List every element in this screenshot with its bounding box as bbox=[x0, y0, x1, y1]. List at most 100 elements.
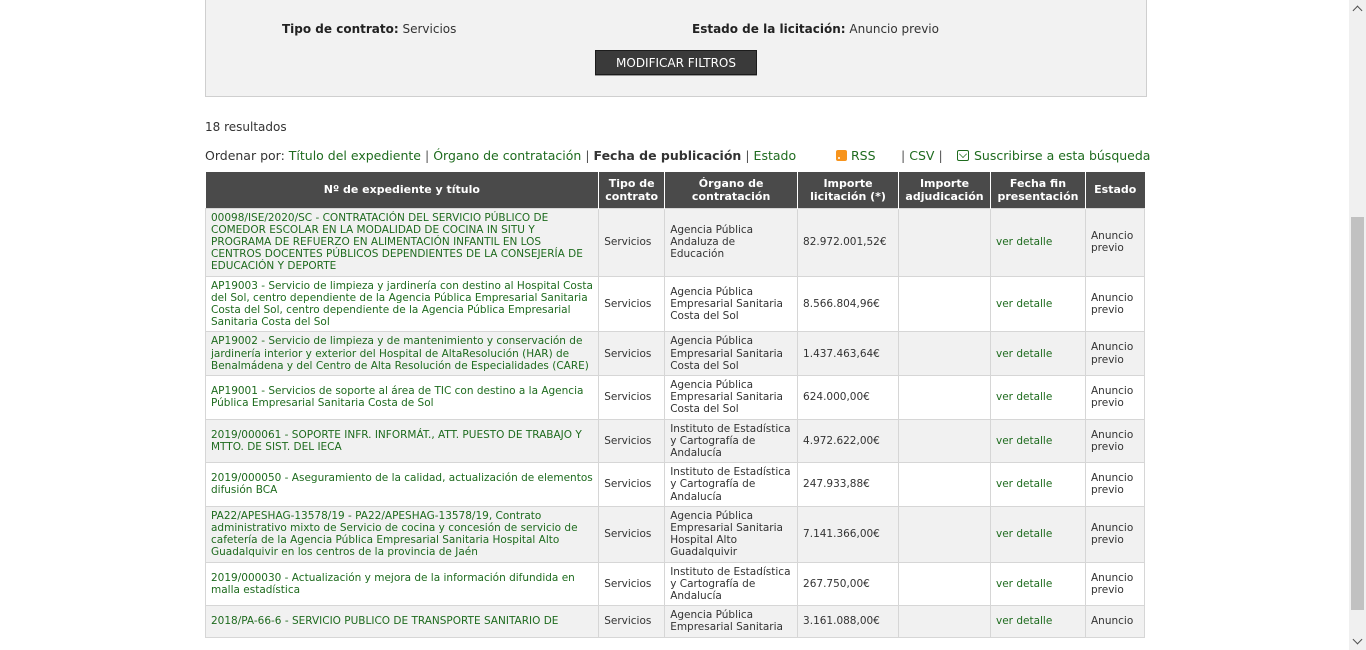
cell-title: AP19001 - Servicios de soporte al área d… bbox=[204, 374, 600, 420]
expediente-link[interactable]: AP19001 - Servicios de soporte al área d… bbox=[211, 385, 583, 409]
cell-adjudicacion bbox=[898, 275, 991, 333]
cell-estado: Anuncio previo bbox=[1084, 374, 1146, 420]
filter-tipo-contrato: Tipo de contrato: Servicios bbox=[282, 22, 456, 36]
ver-detalle-link[interactable]: ver detalle bbox=[996, 578, 1052, 590]
vertical-scrollbar[interactable] bbox=[1349, 0, 1366, 650]
cell-importe: 82.972.001,52€ bbox=[797, 207, 900, 277]
table-row: 2019/000030 - Actualización y mejora de … bbox=[204, 561, 1146, 607]
table-body: 00098/ISE/2020/SC - CONTRATACIÓN DEL SER… bbox=[204, 207, 1146, 638]
cell-title: AP19003 - Servicio de limpieza y jardine… bbox=[204, 275, 600, 333]
cell-importe: 4.972.622,00€ bbox=[797, 418, 900, 464]
header-importe-adjudicacion: Importe adjudicación bbox=[898, 172, 991, 208]
cell-fecha: ver detalle bbox=[990, 207, 1086, 277]
cell-estado: Anuncio bbox=[1084, 605, 1146, 638]
expediente-link[interactable]: 2019/000061 - SOPORTE INFR. INFORMÁT., A… bbox=[211, 429, 582, 453]
cell-organo: Agencia Pública Empresarial Sanitaria Co… bbox=[664, 331, 799, 376]
ver-detalle-link[interactable]: ver detalle bbox=[996, 298, 1052, 310]
rss-link[interactable]: RSS bbox=[836, 148, 876, 163]
cell-fecha: ver detalle bbox=[990, 275, 1086, 333]
filter-estado-value: Anuncio previo bbox=[849, 22, 939, 36]
sort-by-title[interactable]: Título del expediente bbox=[289, 148, 421, 163]
csv-separator-left: | bbox=[901, 148, 906, 163]
ver-detalle-link[interactable]: ver detalle bbox=[996, 615, 1052, 627]
cell-estado: Anuncio previo bbox=[1084, 462, 1146, 507]
scroll-up-button[interactable] bbox=[1349, 0, 1366, 17]
cell-importe: 3.161.088,00€ bbox=[797, 605, 900, 638]
expediente-link[interactable]: 2019/000030 - Actualización y mejora de … bbox=[211, 572, 575, 596]
modify-filters-button[interactable]: MODIFICAR FILTROS bbox=[595, 50, 757, 75]
cell-importe: 247.933,88€ bbox=[797, 462, 900, 507]
cell-fecha: ver detalle bbox=[990, 374, 1086, 420]
expediente-link[interactable]: AP19002 - Servicio de limpieza y de mant… bbox=[211, 335, 589, 371]
table-row: 00098/ISE/2020/SC - CONTRATACIÓN DEL SER… bbox=[204, 207, 1146, 277]
cell-title: 2018/PA-66-6 - SERVICIO PUBLICO DE TRANS… bbox=[204, 605, 600, 638]
ver-detalle-link[interactable]: ver detalle bbox=[996, 391, 1052, 403]
cell-importe: 1.437.463,64€ bbox=[797, 331, 900, 376]
csv-separator-right: | bbox=[938, 148, 943, 163]
ver-detalle-link[interactable]: ver detalle bbox=[996, 236, 1052, 248]
subscribe-label[interactable]: Suscribirse a esta búsqueda bbox=[974, 148, 1150, 163]
expediente-link[interactable]: PA22/APESHAG-13578/19 - PA22/APESHAG-135… bbox=[211, 510, 578, 559]
expediente-link[interactable]: 2019/000050 - Aseguramiento de la calida… bbox=[211, 472, 593, 496]
sort-label: Ordenar por: bbox=[205, 148, 285, 163]
filter-estado-licitacion: Estado de la licitación: Anuncio previo bbox=[692, 22, 939, 36]
sort-by-estado[interactable]: Estado bbox=[754, 148, 797, 163]
cell-adjudicacion bbox=[898, 331, 991, 376]
cell-adjudicacion bbox=[898, 374, 991, 420]
table-row: AP19003 - Servicio de limpieza y jardine… bbox=[204, 275, 1146, 333]
table-row: 2019/000061 - SOPORTE INFR. INFORMÁT., A… bbox=[204, 418, 1146, 464]
scroll-down-button[interactable] bbox=[1349, 633, 1366, 650]
cell-importe: 7.141.366,00€ bbox=[797, 505, 900, 563]
cell-organo: Instituto de Estadística y Cartografía d… bbox=[664, 561, 799, 607]
rss-icon bbox=[836, 150, 847, 161]
cell-organo: Agencia Pública Empresarial Sanitaria Co… bbox=[664, 275, 799, 333]
ver-detalle-link[interactable]: ver detalle bbox=[996, 435, 1052, 447]
header-fecha-fin: Fecha fin presentación bbox=[990, 172, 1086, 208]
cell-tipo: Servicios bbox=[598, 462, 666, 507]
cell-estado: Anuncio previo bbox=[1084, 561, 1146, 607]
cell-fecha: ver detalle bbox=[990, 561, 1086, 607]
sort-by-fecha-active[interactable]: Fecha de publicación bbox=[594, 148, 742, 163]
cell-estado: Anuncio previo bbox=[1084, 331, 1146, 376]
ver-detalle-link[interactable]: ver detalle bbox=[996, 348, 1052, 360]
ver-detalle-link[interactable]: ver detalle bbox=[996, 528, 1052, 540]
filter-summary-panel: Tipo de contrato: Servicios Estado de la… bbox=[205, 0, 1147, 97]
expediente-link[interactable]: 00098/ISE/2020/SC - CONTRATACIÓN DEL SER… bbox=[211, 212, 583, 273]
cell-organo: Instituto de Estadística y Cartografía d… bbox=[664, 418, 799, 464]
cell-tipo: Servicios bbox=[598, 374, 666, 420]
filter-tipo-label: Tipo de contrato: bbox=[282, 22, 399, 36]
chevron-down-icon bbox=[1352, 634, 1363, 645]
cell-adjudicacion bbox=[898, 418, 991, 464]
cell-fecha: ver detalle bbox=[990, 462, 1086, 507]
cell-adjudicacion bbox=[898, 462, 991, 507]
table-row: 2018/PA-66-6 - SERVICIO PUBLICO DE TRANS… bbox=[204, 605, 1146, 638]
cell-title: PA22/APESHAG-13578/19 - PA22/APESHAG-135… bbox=[204, 505, 600, 563]
rss-label[interactable]: RSS bbox=[851, 148, 876, 163]
header-expediente: Nº de expediente y título bbox=[205, 172, 600, 208]
sort-separator: | bbox=[585, 148, 590, 163]
cell-title: 2019/000050 - Aseguramiento de la calida… bbox=[204, 462, 600, 507]
csv-link[interactable]: CSV bbox=[909, 148, 934, 163]
scrollbar-thumb[interactable] bbox=[1351, 217, 1364, 610]
table-row: PA22/APESHAG-13578/19 - PA22/APESHAG-135… bbox=[204, 505, 1146, 563]
subscribe-link[interactable]: Suscribirse a esta búsqueda bbox=[957, 148, 1150, 163]
expediente-link[interactable]: AP19003 - Servicio de limpieza y jardine… bbox=[211, 280, 593, 329]
ver-detalle-link[interactable]: ver detalle bbox=[996, 478, 1052, 490]
cell-tipo: Servicios bbox=[598, 418, 666, 464]
table-row: AP19002 - Servicio de limpieza y de mant… bbox=[204, 331, 1146, 376]
cell-tipo: Servicios bbox=[598, 331, 666, 376]
cell-importe: 624.000,00€ bbox=[797, 374, 900, 420]
cell-tipo: Servicios bbox=[598, 275, 666, 333]
sort-separator: | bbox=[745, 148, 750, 163]
header-estado: Estado bbox=[1085, 172, 1145, 208]
sort-bar: Ordenar por: Título del expediente | Órgan… bbox=[205, 148, 1150, 164]
cell-organo: Agencia Pública Empresarial Sanitaria bbox=[664, 605, 799, 638]
table-row: 2019/000050 - Aseguramiento de la calida… bbox=[204, 462, 1146, 507]
cell-organo: Agencia Pública Empresarial Sanitaria Co… bbox=[664, 374, 799, 420]
sort-by-organo[interactable]: Órgano de contratación bbox=[433, 148, 581, 163]
expediente-link[interactable]: 2018/PA-66-6 - SERVICIO PUBLICO DE TRANS… bbox=[211, 615, 558, 627]
cell-tipo: Servicios bbox=[598, 505, 666, 563]
cell-title: 2019/000030 - Actualización y mejora de … bbox=[204, 561, 600, 607]
cell-title: AP19002 - Servicio de limpieza y de mant… bbox=[204, 331, 600, 376]
cell-estado: Anuncio previo bbox=[1084, 505, 1146, 563]
